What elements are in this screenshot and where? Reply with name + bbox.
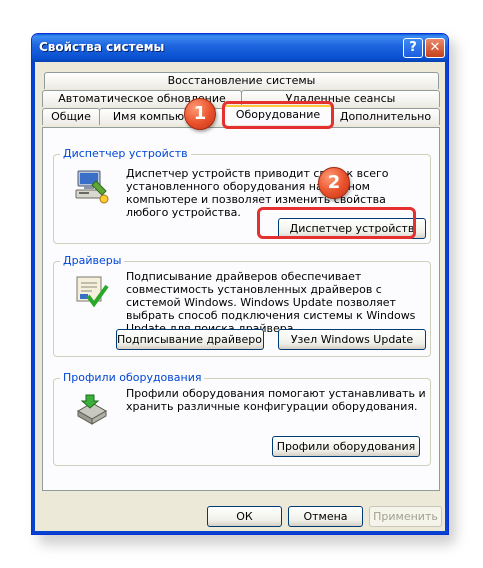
ok-button[interactable]: ОК xyxy=(207,506,282,527)
hardware-profiles-description: Профили оборудования помогают устанавлив… xyxy=(126,387,426,413)
tab-system-restore[interactable]: Восстановление системы xyxy=(44,72,439,89)
device-manager-icon xyxy=(74,169,110,205)
tab-advanced[interactable]: Дополнительно xyxy=(331,108,440,125)
device-manager-button[interactable]: Диспетчер устройств xyxy=(278,218,426,239)
close-button[interactable]: ✕ xyxy=(425,38,445,58)
window-title: Свойства системы xyxy=(39,40,165,54)
hardware-profiles-icon xyxy=(74,391,110,427)
device-manager-description: Диспетчер устройств приводит список всег… xyxy=(126,167,389,219)
driver-signing-icon xyxy=(74,274,110,310)
hardware-profiles-group-title: Профили оборудования xyxy=(60,371,205,384)
step-badge-1: 1 xyxy=(184,98,216,130)
help-button[interactable]: ? xyxy=(403,38,423,58)
windows-update-button[interactable]: Узел Windows Update xyxy=(278,329,426,350)
step-badge-2: 2 xyxy=(318,167,350,199)
driver-signing-button[interactable]: Подписывание драйверов xyxy=(116,329,264,350)
drivers-description: Подписывание драйверов обеспечивает совм… xyxy=(126,270,416,335)
system-properties-window: Свойства системы ? ✕ Восстановление сист… xyxy=(31,33,449,535)
title-bar[interactable]: Свойства системы ? ✕ xyxy=(32,34,448,62)
tab-general[interactable]: Общие xyxy=(42,108,100,125)
apply-button[interactable]: Применить xyxy=(369,506,442,527)
hardware-tab-panel: Диспетчер устройств Диспетчер устройств … xyxy=(42,127,440,491)
device-manager-group: Диспетчер устройств Диспетчер устройств … xyxy=(53,147,431,244)
drivers-group: Драйверы Подписывание драйверов обеспечи… xyxy=(53,254,431,357)
cancel-button[interactable]: Отмена xyxy=(288,506,363,527)
device-manager-group-title: Диспетчер устройств xyxy=(60,147,191,160)
hardware-profiles-group: Профили оборудования Профили оборудовани… xyxy=(53,371,431,466)
drivers-group-title: Драйверы xyxy=(60,254,125,267)
tab-hardware[interactable]: Оборудование xyxy=(224,105,332,125)
hardware-profiles-button[interactable]: Профили оборудования xyxy=(272,436,420,457)
